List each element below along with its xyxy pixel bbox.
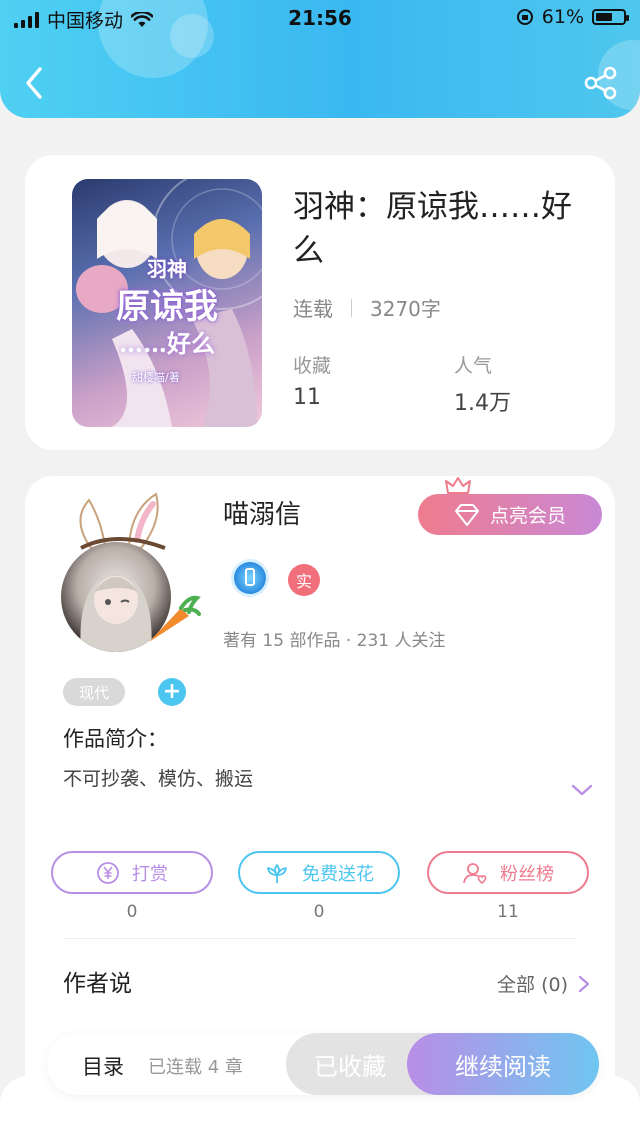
book-status: 连载 — [293, 297, 333, 321]
expand-chevron-icon[interactable] — [570, 782, 594, 798]
section-divider — [63, 938, 577, 939]
battery-icon — [592, 9, 629, 25]
crown-icon — [445, 477, 471, 494]
carrot-icon — [149, 595, 201, 642]
header-bar: 中国移动 21:56 61% — [0, 0, 640, 118]
fan-ranking-button[interactable]: 粉丝榜 — [427, 851, 589, 894]
send-flower-button[interactable]: 免费送花 — [238, 851, 400, 894]
favorites-value: 11 — [293, 385, 321, 410]
back-button[interactable] — [20, 66, 50, 100]
book-meta: 连载 3270字 — [293, 293, 441, 322]
author-name[interactable]: 喵溺信 — [223, 494, 301, 531]
favorites-label: 收藏 — [293, 355, 332, 377]
popularity-label: 人气 — [454, 355, 493, 377]
status-bar: 中国移动 21:56 61% — [0, 0, 640, 36]
continue-reading-label: 继续阅读 — [455, 1052, 551, 1081]
chevron-right-icon — [578, 975, 590, 992]
bottom-action-bar: 目录 已连载 4 章 已收藏 继续阅读 — [47, 1033, 599, 1095]
send-flower-label: 免费送花 — [302, 863, 374, 885]
orientation-lock-icon — [516, 9, 533, 25]
battery-fill — [596, 13, 612, 21]
share-button[interactable] — [584, 66, 618, 100]
yen-coin-icon — [97, 861, 119, 884]
intro-text: 不可抄袭、模仿、搬运 — [63, 768, 254, 790]
flower-count: 0 — [313, 902, 325, 922]
cover-author: 甜樱喵/著 — [132, 371, 180, 384]
author-avatar-wrap[interactable] — [61, 490, 201, 652]
real-name-badge: 实 — [288, 564, 320, 596]
author-level-badge — [234, 562, 266, 594]
book-word-count: 3270字 — [370, 297, 441, 321]
continue-reading-button[interactable]: 继续阅读 — [407, 1033, 599, 1095]
book-title: 羽神：原谅我……好么 — [293, 189, 572, 269]
tip-button-label: 打赏 — [132, 863, 168, 885]
popularity-value: 1.4万 — [454, 391, 511, 416]
tip-button[interactable]: 打赏 — [51, 851, 213, 894]
cover-title-main: 原谅我 — [116, 287, 218, 327]
author-says-title: 作者说 — [63, 971, 132, 997]
flower-icon — [267, 863, 287, 883]
book-info-card: 羽神 原谅我 ……好么 甜樱喵/著 羽神：原谅我……好么 连载 3270字 收藏… — [25, 155, 615, 450]
vip-button-label: 点亮会员 — [489, 505, 566, 527]
chapter-count: 已连载 4 章 — [148, 1057, 243, 1078]
battery-percent: 61% — [541, 6, 584, 28]
add-tag-button[interactable]: + — [158, 678, 186, 706]
intro-title: 作品简介： — [63, 727, 168, 751]
tip-count: 0 — [126, 902, 138, 922]
fan-ranking-label: 粉丝榜 — [500, 863, 554, 885]
book-cover[interactable]: 羽神 原谅我 ……好么 甜樱喵/著 — [72, 179, 262, 427]
cover-title-sub: ……好么 — [119, 329, 215, 358]
phone-badge-icon — [245, 568, 255, 586]
status-right: 61% — [516, 6, 629, 28]
fan-user-icon — [463, 862, 487, 884]
cover-title-top: 羽神 — [147, 257, 187, 281]
genre-tag[interactable]: 现代 — [63, 678, 125, 706]
collected-label: 已收藏 — [314, 1052, 386, 1081]
meta-divider — [351, 298, 352, 317]
author-says-all-link[interactable]: 全部 (0) — [497, 970, 590, 997]
vip-button[interactable]: 点亮会员 — [418, 494, 602, 535]
all-link-label: 全部 (0) — [497, 974, 568, 996]
fan-count: 11 — [497, 902, 519, 922]
author-works-info: 著有 15 部作品 · 231 人关注 — [223, 631, 446, 651]
diamond-icon — [454, 503, 479, 526]
table-of-contents-button[interactable]: 目录 — [82, 1051, 124, 1081]
bunny-ears-icon — [79, 492, 166, 550]
